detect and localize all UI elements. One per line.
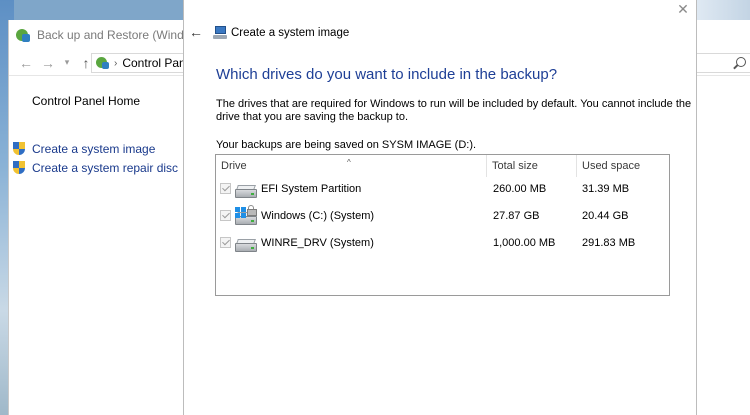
sort-caret-icon: ^: [347, 158, 351, 167]
drive-used-space: 31.39 MB: [582, 183, 630, 195]
drive-total-size: 1,000.00 MB: [493, 237, 556, 249]
search-icon: [736, 57, 746, 67]
forward-arrow-icon[interactable]: →: [39, 54, 57, 72]
hard-drive-icon: [235, 182, 257, 199]
sidebar-item-create-system-image[interactable]: Create a system image: [13, 142, 155, 156]
windows-drive-icon: [235, 205, 257, 226]
desktop-background-right: [697, 0, 750, 20]
drive-used-space: 291.83 MB: [582, 237, 636, 249]
close-icon[interactable]: ✕: [676, 2, 690, 16]
column-header-used-space[interactable]: Used space: [577, 155, 669, 177]
backup-restore-icon: [15, 27, 31, 43]
column-header-total-size[interactable]: Total size: [487, 155, 577, 177]
breadcrumb-separator-icon[interactable]: ›: [114, 58, 117, 69]
sidebar-control-panel-home[interactable]: Control Panel Home: [32, 94, 140, 108]
uac-shield-icon: [13, 161, 26, 175]
drive-checkbox[interactable]: [220, 210, 231, 221]
system-image-icon: [213, 26, 227, 40]
sidebar-item-create-repair-disc[interactable]: Create a system repair disc: [13, 161, 178, 175]
dialog-title: Create a system image: [231, 27, 350, 39]
drive-total-size: 27.87 GB: [493, 210, 540, 222]
drive-list: Drive ^ Total size Used space EFI System…: [215, 154, 670, 296]
page-heading: Which drives do you want to include in t…: [216, 66, 558, 83]
drive-name: WINRE_DRV (System): [261, 237, 374, 249]
control-panel-icon: [96, 56, 110, 70]
drive-name: Windows (C:) (System): [261, 210, 375, 222]
sidebar-item-label: Create a system image: [32, 142, 156, 156]
search-input[interactable]: [693, 53, 750, 73]
description-text: The drives that are required for Windows…: [216, 98, 692, 123]
drive-total-size: 260.00 MB: [493, 183, 547, 195]
save-location-text: Your backups are being saved on SYSM IMA…: [216, 139, 477, 151]
sidebar-item-label: Create a system repair disc: [32, 161, 179, 175]
hard-drive-icon: [235, 236, 257, 253]
drive-checkbox[interactable]: [220, 237, 231, 248]
back-arrow-icon[interactable]: ←: [189, 25, 203, 39]
back-arrow-icon[interactable]: ←: [17, 54, 35, 72]
column-header-label: Drive: [221, 160, 247, 172]
table-row[interactable]: EFI System Partition 260.00 MB 31.39 MB: [216, 176, 669, 202]
column-header-drive[interactable]: Drive ^: [216, 155, 487, 177]
windows-logo-icon: [235, 207, 246, 218]
drive-used-space: 20.44 GB: [582, 210, 629, 222]
uac-shield-icon: [13, 142, 26, 156]
table-row[interactable]: WINRE_DRV (System) 1,000.00 MB 291.83 MB: [216, 230, 669, 256]
create-system-image-dialog: ✕ ← Create a system image Which drives d…: [183, 0, 697, 415]
lock-icon: [247, 205, 257, 216]
recent-locations-chevron-icon[interactable]: ▾: [61, 54, 73, 72]
table-row[interactable]: Windows (C:) (System) 27.87 GB 20.44 GB: [216, 203, 669, 229]
drive-name: EFI System Partition: [261, 183, 362, 195]
drive-checkbox[interactable]: [220, 183, 231, 194]
